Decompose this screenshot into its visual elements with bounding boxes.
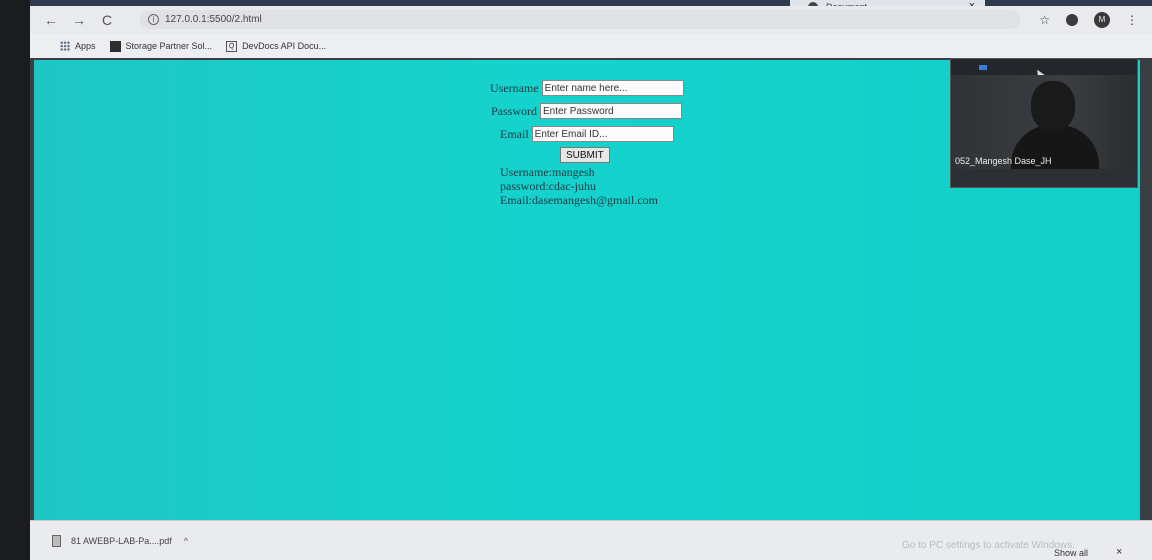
apps-icon [60, 41, 70, 51]
download-filename[interactable]: 81 AWEBP-LAB-Pa....pdf [71, 536, 172, 546]
email-input[interactable] [531, 126, 674, 142]
username-label: Username [490, 80, 539, 95]
video-feed: 052_Mangesh Dase_JH [951, 75, 1137, 169]
reload-icon[interactable]: C [100, 12, 114, 28]
bookmark-label: Storage Partner Sol... [125, 41, 213, 51]
bookmark-devdocs[interactable]: Q DevDocs API Docu... [226, 40, 327, 52]
video-status-icon [979, 65, 987, 70]
bookmark-label: DevDocs API Docu... [242, 41, 327, 51]
address-bar[interactable]: i 127.0.0.1:5500/2.html [140, 10, 1020, 29]
bookmark-apps[interactable]: Apps [60, 41, 96, 51]
output-block: Username:mangesh password:cdac-juhu Emai… [500, 165, 658, 207]
forward-icon[interactable]: → [72, 12, 86, 28]
email-row: Email [500, 126, 674, 142]
output-username: Username:mangesh [500, 165, 595, 179]
submit-button[interactable]: SUBMIT [560, 147, 610, 163]
email-label: Email [500, 126, 529, 141]
video-toolbar [951, 59, 1137, 82]
address-text: 127.0.0.1:5500/2.html [165, 14, 262, 25]
bookmarks-bar: Apps Storage Partner Sol... Q DevDocs AP… [30, 34, 1152, 58]
video-call-overlay[interactable]: 052_Mangesh Dase_JH [950, 58, 1138, 188]
extension-icon[interactable] [1066, 14, 1078, 26]
password-input[interactable] [540, 103, 683, 119]
star-icon[interactable]: ☆ [1039, 13, 1050, 27]
show-all-button[interactable]: Show all [1054, 548, 1088, 558]
close-icon[interactable]: × [1116, 546, 1122, 558]
participant-name: 052_Mangesh Dase_JH [955, 156, 1052, 166]
windows-activation-watermark: Go to PC settings to activate Windows. [902, 540, 1075, 551]
chevron-up-icon[interactable]: ^ [184, 536, 188, 546]
browser-toolbar: ← → C i 127.0.0.1:5500/2.html ☆ M ⋮ [30, 6, 1152, 34]
password-row: Password [491, 103, 683, 119]
devdocs-icon: Q [226, 40, 238, 52]
password-label: Password [491, 103, 538, 118]
screen: Document × ← → C i 127.0.0.1:5500/2.html… [30, 0, 1152, 560]
bookmark-storage-partner[interactable]: Storage Partner Sol... [109, 40, 213, 52]
output-password: password:cdac-juhu [500, 179, 596, 193]
username-input[interactable] [541, 80, 684, 96]
profile-avatar[interactable]: M [1094, 12, 1110, 28]
username-row: Username [490, 80, 684, 96]
participant-head [1031, 81, 1075, 131]
back-icon[interactable]: ← [44, 12, 58, 28]
bookmark-label: Apps [75, 41, 96, 51]
bookmark-square-icon [109, 40, 121, 52]
pdf-file-icon [52, 534, 61, 547]
output-email: Email:dasemangesh@gmail.com [500, 193, 659, 207]
info-icon[interactable]: i [148, 14, 159, 25]
menu-icon[interactable]: ⋮ [1126, 13, 1138, 27]
